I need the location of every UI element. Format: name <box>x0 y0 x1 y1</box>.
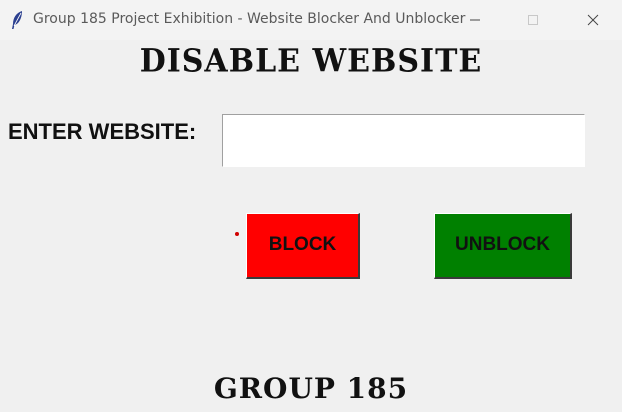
close-icon <box>587 14 599 26</box>
minimize-button[interactable] <box>452 0 498 40</box>
footer-title: GROUP 185 <box>213 372 409 405</box>
website-label: ENTER WEBSITE: <box>8 119 197 144</box>
focus-dot <box>235 232 239 236</box>
page-title: DISABLE WEBSITE <box>139 43 483 80</box>
unblock-button[interactable]: UNBLOCK <box>434 213 572 279</box>
app-window: Group 185 Project Exhibition - Website B… <box>0 0 622 412</box>
block-button[interactable]: BLOCK <box>246 213 360 279</box>
title-bar[interactable]: Group 185 Project Exhibition - Website B… <box>0 0 622 40</box>
minimize-icon <box>470 19 480 21</box>
maximize-button[interactable] <box>510 0 556 40</box>
window-title: Group 185 Project Exhibition - Website B… <box>33 11 466 27</box>
close-button[interactable] <box>570 0 616 40</box>
feather-icon <box>10 10 24 30</box>
website-input[interactable] <box>222 114 585 167</box>
maximize-icon <box>528 15 538 25</box>
